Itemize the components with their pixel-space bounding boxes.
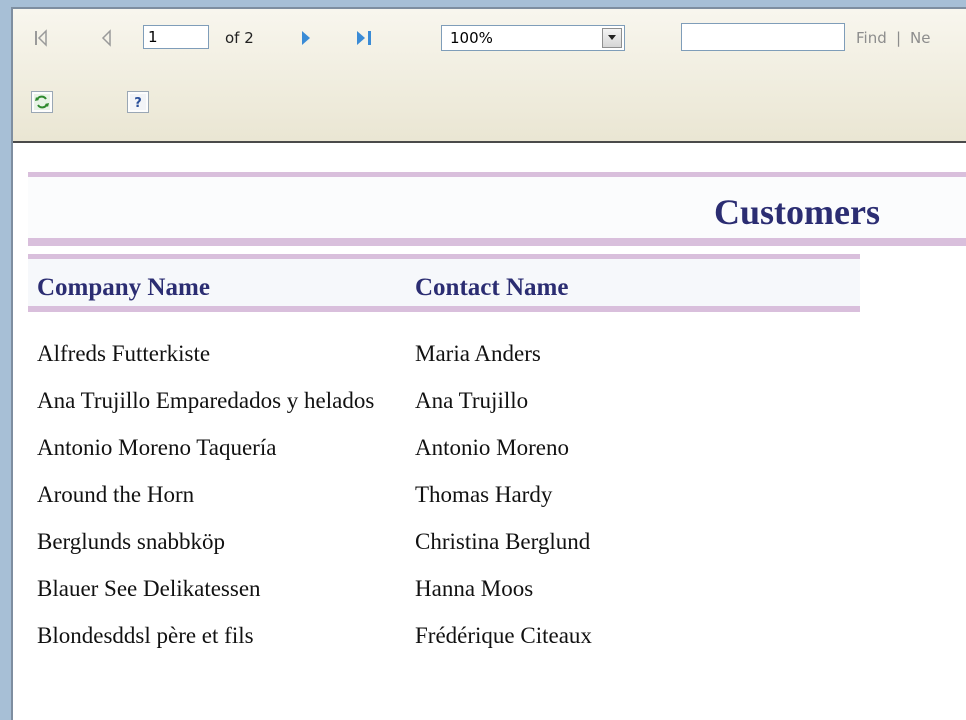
column-header-company: Company Name [37,274,210,301]
company-cell: Alfreds Futterkiste [37,341,211,366]
find-link[interactable]: Find [856,29,887,47]
company-cell: Ana Trujillo Emparedados y helados [37,388,375,413]
page-count-label: of 2 [225,29,254,47]
contact-cell: Antonio Moreno [415,435,569,460]
toolbar-separator: | [896,29,902,47]
customer-table: Alfreds Futterkiste Maria Anders Ana Tru… [37,339,837,668]
contact-cell: Thomas Hardy [415,482,553,507]
report-viewer-frame: of 2 100% Find | Ne [11,7,966,720]
company-cell: Around the Horn [37,482,195,507]
table-row: Blondesddsl père et fils Frédérique Cite… [37,621,837,651]
last-page-icon[interactable] [353,27,377,49]
title-band: Customers [28,172,966,246]
contact-cell: Christina Berglund [415,529,591,554]
refresh-icon[interactable] [31,91,53,113]
zoom-select[interactable]: 100% [441,25,625,51]
zoom-value: 100% [450,29,493,47]
next-page-icon[interactable] [297,27,315,49]
table-row: Around the Horn Thomas Hardy [37,480,837,510]
svg-text:?: ? [134,96,142,111]
column-header-contact: Contact Name [415,274,569,301]
navigation-row: of 2 100% Find | Ne [13,21,966,55]
page-number-input[interactable] [143,25,209,49]
table-row: Ana Trujillo Emparedados y helados Ana T… [37,386,837,416]
contact-cell: Hanna Moos [415,576,534,601]
company-cell: Blauer See Delikatessen [37,576,261,601]
table-row: Berglunds snabbköp Christina Berglund [37,527,837,557]
report-toolbar: of 2 100% Find | Ne [13,9,966,143]
company-cell: Berglunds snabbköp [37,529,226,554]
actions-row: ? [13,91,966,121]
report-title: Customers [714,192,880,232]
previous-page-icon[interactable] [97,27,115,49]
report-body: Customers Company Name Contact Name Alfr… [13,143,966,720]
find-next-link[interactable]: Ne [910,29,930,47]
column-header-row: Company Name Contact Name [28,254,860,312]
find-input[interactable] [681,23,845,51]
dropdown-arrow-icon[interactable] [602,28,622,48]
company-cell: Blondesddsl père et fils [37,623,254,648]
help-icon[interactable]: ? [127,91,149,113]
first-page-icon[interactable] [31,27,51,49]
company-cell: Antonio Moreno Taquería [37,435,277,460]
contact-cell: Maria Anders [415,341,541,366]
table-row: Alfreds Futterkiste Maria Anders [37,339,837,369]
table-row: Blauer See Delikatessen Hanna Moos [37,574,837,604]
table-row: Antonio Moreno Taquería Antonio Moreno [37,433,837,463]
contact-cell: Frédérique Citeaux [415,623,592,648]
contact-cell: Ana Trujillo [415,388,529,413]
